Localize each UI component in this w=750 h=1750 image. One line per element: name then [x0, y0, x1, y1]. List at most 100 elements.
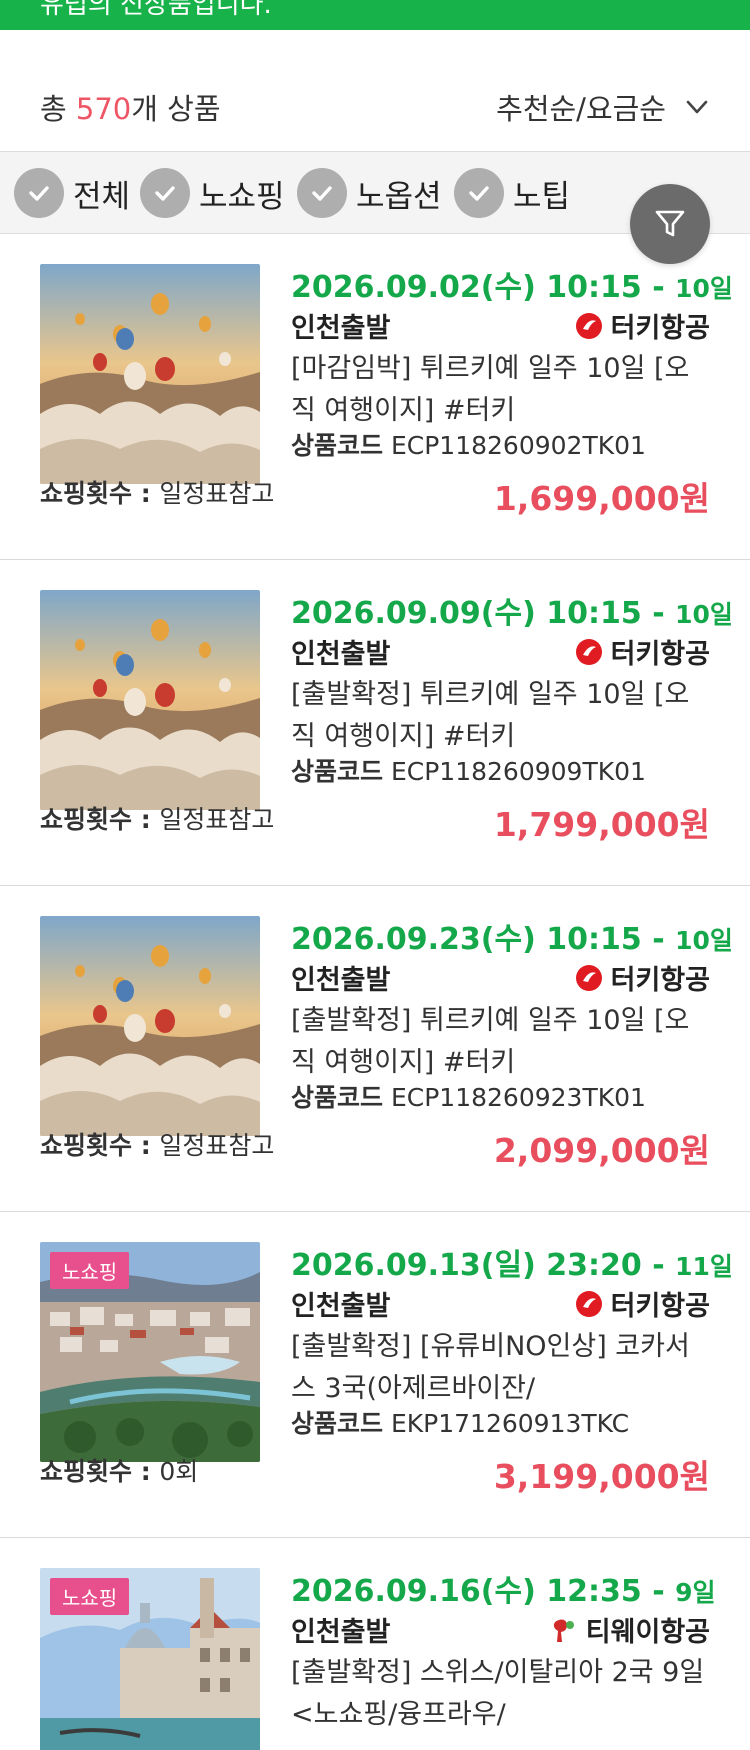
airline-name: 티웨이항공: [585, 1617, 710, 1648]
check-icon: [297, 168, 347, 218]
product-code: 상품코드 ECP118260909TK01: [291, 752, 646, 788]
turkish-airlines-icon: [575, 638, 602, 665]
filter-all[interactable]: 전체: [14, 168, 130, 218]
airline: 터키항공: [575, 1284, 710, 1323]
check-icon: [140, 168, 190, 218]
chevron-down-icon: [686, 100, 708, 114]
turkish-airlines-icon: [575, 964, 602, 991]
departure-city: 인천출발: [291, 639, 391, 670]
product-image: 노쇼핑: [40, 1568, 260, 1750]
departure-city: 인천출발: [291, 313, 391, 344]
product-price: 3,199,000원: [493, 1457, 710, 1496]
departure-date: 2026.09.16(수) 12:35 - 9일: [291, 1566, 716, 1610]
code-value: ECP118260909TK01: [390, 757, 646, 786]
date-text: 2026.09.13(일) 23:20 -: [291, 1248, 676, 1283]
total-prefix: 총: [40, 92, 76, 126]
product-card[interactable]: 노쇼핑 2026.09.13(일) 23:20 - 11일 인천출발 터키항공 …: [0, 1212, 750, 1538]
trip-duration: 10일: [675, 274, 733, 303]
filter-label: 노쇼핑: [199, 178, 285, 215]
shopping-count: 쇼핑횟수 : 일정표참고: [40, 800, 274, 836]
product-title: [출발확정] 스위스/이탈리아 2국 9일 <노쇼핑/융프라우/: [291, 1657, 705, 1730]
product-price: 1,799,000원: [493, 805, 710, 844]
date-text: 2026.09.09(수) 10:15 -: [291, 596, 676, 631]
airline-name: 터키항공: [610, 313, 710, 344]
check-icon: [14, 168, 64, 218]
product-title: [출발확정] 튀르키예 일주 10일 [오직 여행이지] #터키: [291, 679, 690, 752]
product-image: [40, 590, 260, 810]
filter-label: 노팁: [513, 178, 571, 215]
departure-date: 2026.09.13(일) 23:20 - 11일: [291, 1240, 733, 1284]
turkish-airlines-icon: [575, 1290, 602, 1317]
product-card[interactable]: 2026.09.09(수) 10:15 - 10일 인천출발 터키항공 [출발확…: [0, 560, 750, 886]
shopping-value: 일정표참고: [159, 479, 275, 508]
top-banner: 유럽의 신상품입니다.: [0, 0, 750, 30]
turkish-airlines-icon: [575, 312, 602, 339]
product-card[interactable]: 2026.09.23(수) 10:15 - 10일 인천출발 터키항공 [출발확…: [0, 886, 750, 1212]
shopping-label: 쇼핑횟수 :: [40, 805, 160, 834]
code-value: EKP171260913TKC: [390, 1409, 630, 1438]
total-suffix: 개 상품: [131, 92, 221, 126]
code-value: ECP118260902TK01: [390, 431, 646, 460]
filter-fab-button[interactable]: [630, 184, 710, 264]
airline-name: 터키항공: [610, 1291, 710, 1322]
product-code: 상품코드 EKP171260913TKC: [291, 1404, 629, 1440]
airline: 티웨이항공: [550, 1610, 710, 1649]
filter-no-option[interactable]: 노옵션: [297, 168, 442, 218]
summary-bar: 총 570개 상품 추천순/요금순: [0, 30, 750, 152]
shopping-label: 쇼핑횟수 :: [40, 479, 160, 508]
check-icon: [454, 168, 504, 218]
product-price: 2,099,000원: [493, 1131, 710, 1170]
trip-duration: 11일: [675, 1252, 733, 1281]
filter-no-shopping[interactable]: 노쇼핑: [140, 168, 285, 218]
product-title: [출발확정] [유류비NO인상] 코카서스 3국(아제르바이잔/: [291, 1331, 690, 1404]
total-number: 570: [75, 92, 132, 126]
departure-city: 인천출발: [291, 1617, 391, 1648]
date-text: 2026.09.23(수) 10:15 -: [291, 922, 676, 957]
date-text: 2026.09.16(수) 12:35 -: [291, 1574, 676, 1609]
product-price: 1,699,000원: [493, 479, 710, 518]
sort-label: 추천순/요금순: [496, 92, 666, 126]
sort-dropdown[interactable]: 추천순/요금순: [496, 86, 710, 128]
shopping-count: 쇼핑횟수 : 일정표참고: [40, 474, 274, 510]
shopping-label: 쇼핑횟수 :: [40, 1131, 160, 1160]
shopping-value: 0회: [159, 1457, 199, 1486]
no-shopping-badge: 노쇼핑: [50, 1252, 130, 1289]
departure-date: 2026.09.09(수) 10:15 - 10일: [291, 588, 733, 632]
code-label: 상품코드: [291, 757, 384, 786]
product-title: [마감임박] 튀르키예 일주 10일 [오직 여행이지] #터키: [291, 353, 690, 426]
departure-city: 인천출발: [291, 1291, 391, 1322]
airline-name: 터키항공: [610, 639, 710, 670]
product-image: [40, 264, 260, 484]
shopping-value: 일정표참고: [159, 1131, 275, 1160]
product-card[interactable]: 2026.09.02(수) 10:15 - 10일 인천출발 터키항공 [마감임…: [0, 234, 750, 560]
banner-text: 유럽의 신상품입니다.: [40, 0, 272, 20]
filter-label: 노옵션: [356, 178, 442, 215]
departure-date: 2026.09.02(수) 10:15 - 10일: [291, 262, 733, 306]
product-code: 상품코드 ECP118260902TK01: [291, 426, 646, 462]
code-label: 상품코드: [291, 431, 384, 460]
shopping-value: 일정표참고: [159, 805, 275, 834]
shopping-label: 쇼핑횟수 :: [40, 1457, 160, 1486]
code-label: 상품코드: [291, 1409, 384, 1438]
product-title: [출발확정] 튀르키예 일주 10일 [오직 여행이지] #터키: [291, 1005, 690, 1078]
tway-icon: [553, 1619, 574, 1642]
airline-name: 터키항공: [610, 965, 710, 996]
product-card[interactable]: 노쇼핑 2026.09.16(수) 12:35 - 9일 인천출발 티웨이항공 …: [0, 1538, 750, 1750]
total-count: 총 570개 상품: [40, 86, 221, 128]
airline: 터키항공: [575, 958, 710, 997]
date-text: 2026.09.02(수) 10:15 -: [291, 270, 676, 305]
trip-duration: 9일: [675, 1578, 716, 1607]
departure-date: 2026.09.23(수) 10:15 - 10일: [291, 914, 733, 958]
airline: 터키항공: [575, 632, 710, 671]
shopping-count: 쇼핑횟수 : 0회: [40, 1452, 198, 1488]
trip-duration: 10일: [675, 926, 733, 955]
shopping-count: 쇼핑횟수 : 일정표참고: [40, 1126, 274, 1162]
product-image: 노쇼핑: [40, 1242, 260, 1462]
filter-no-tip[interactable]: 노팁: [454, 168, 570, 218]
no-shopping-badge: 노쇼핑: [50, 1578, 130, 1615]
filter-label: 전체: [73, 178, 131, 215]
departure-city: 인천출발: [291, 965, 391, 996]
code-label: 상품코드: [291, 1083, 384, 1112]
trip-duration: 10일: [675, 600, 733, 629]
code-value: ECP118260923TK01: [390, 1083, 646, 1112]
